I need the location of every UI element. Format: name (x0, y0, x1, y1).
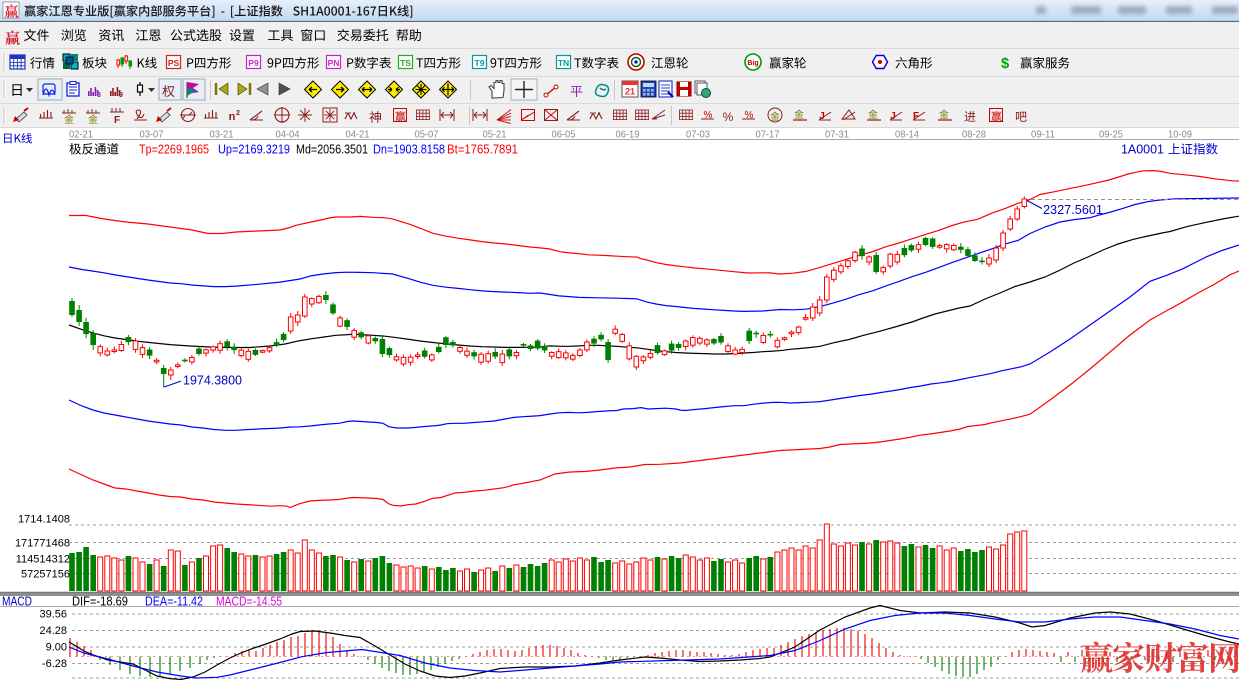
svg-text:09-25: 09-25 (1099, 129, 1123, 141)
svg-text:02-21: 02-21 (69, 129, 93, 141)
svg-text:Md=2056.3501: Md=2056.3501 (296, 143, 368, 157)
svg-text:1974.3800: 1974.3800 (183, 374, 242, 388)
svg-text:114514312: 114514312 (16, 554, 70, 566)
svg-text:06-05: 06-05 (552, 129, 576, 141)
svg-text:PS: PS (168, 58, 180, 68)
svg-text:04-04: 04-04 (276, 129, 300, 141)
svg-text:TS: TS (400, 58, 411, 68)
svg-text:06-19: 06-19 (616, 129, 640, 141)
svg-text:1714.1408: 1714.1408 (18, 514, 70, 526)
svg-text:%: % (704, 110, 713, 121)
svg-text:24.28: 24.28 (39, 625, 67, 637)
svg-text:10-09: 10-09 (1168, 129, 1192, 141)
svg-text:Big: Big (747, 60, 758, 67)
svg-text:04-21: 04-21 (346, 129, 370, 141)
svg-text:%: % (723, 110, 734, 124)
svg-text:05-07: 05-07 (415, 129, 439, 141)
svg-text:07-17: 07-17 (756, 129, 780, 141)
svg-text:09-11: 09-11 (1031, 129, 1055, 141)
svg-text:07-03: 07-03 (686, 129, 710, 141)
svg-text:TN: TN (558, 58, 569, 68)
svg-text:3: 3 (97, 92, 101, 99)
svg-text:T9: T9 (475, 58, 485, 68)
svg-text:Tp=2269.1965: Tp=2269.1965 (139, 143, 209, 157)
svg-text:03-07: 03-07 (140, 129, 164, 141)
svg-text:03-21: 03-21 (210, 129, 234, 141)
svg-text:Dn=1903.8158: Dn=1903.8158 (373, 143, 445, 157)
svg-text:08-14: 08-14 (895, 129, 919, 141)
svg-text:39.56: 39.56 (39, 609, 67, 621)
svg-text:Up=2169.3219: Up=2169.3219 (218, 143, 290, 157)
svg-text:2: 2 (236, 110, 240, 117)
svg-text:171771468: 171771468 (15, 538, 70, 550)
svg-text:07-31: 07-31 (825, 129, 849, 141)
svg-text:9.00: 9.00 (46, 642, 67, 654)
svg-text:n: n (229, 111, 236, 123)
svg-text:P9: P9 (248, 58, 259, 68)
svg-text:F: F (114, 115, 120, 126)
svg-text:05-21: 05-21 (483, 129, 507, 141)
svg-text:$: $ (1001, 55, 1010, 72)
svg-text:PN: PN (328, 58, 340, 68)
svg-text:%: % (745, 110, 754, 121)
svg-text:2327.5601: 2327.5601 (1043, 203, 1103, 217)
svg-text:57257156: 57257156 (21, 569, 70, 581)
svg-text:08-28: 08-28 (962, 129, 986, 141)
svg-text:Bt=1765.7891: Bt=1765.7891 (447, 143, 518, 157)
svg-text:1A0001: 1A0001 (1121, 143, 1164, 157)
svg-text:9: 9 (119, 92, 123, 99)
svg-text:21: 21 (625, 87, 635, 97)
svg-text:-6.28: -6.28 (42, 658, 67, 670)
